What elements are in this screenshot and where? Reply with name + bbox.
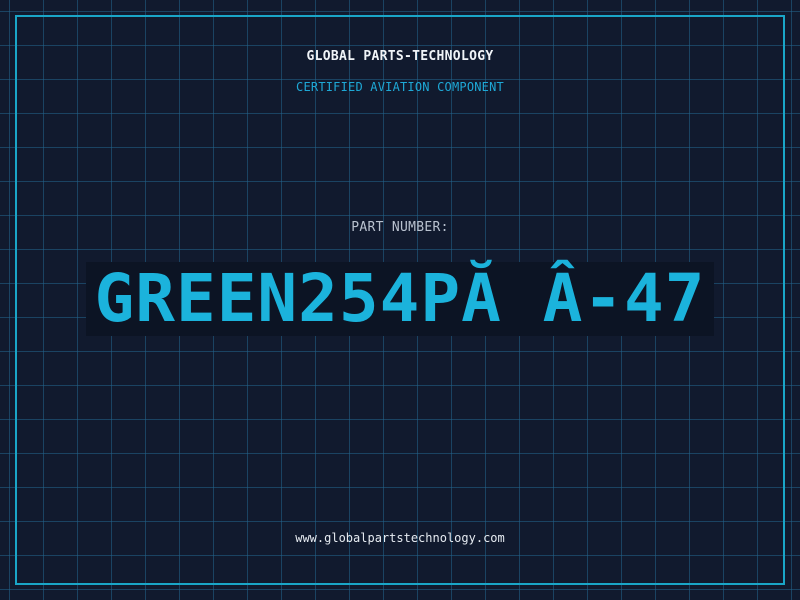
company-name: GLOBAL PARTS-TECHNOLOGY [306, 49, 494, 64]
certification-subtitle: CERTIFIED AVIATION COMPONENT [296, 80, 504, 94]
website-url: www.globalpartstechnology.com [295, 531, 505, 545]
certificate-canvas: GLOBAL PARTS-TECHNOLOGY CERTIFIED AVIATI… [0, 0, 800, 600]
part-number-value: GREEN254PĂ Â-47 [86, 262, 714, 336]
part-number-label: PART NUMBER: [351, 220, 449, 235]
part-number-container: GREEN254PĂ Â-47 [0, 262, 800, 336]
